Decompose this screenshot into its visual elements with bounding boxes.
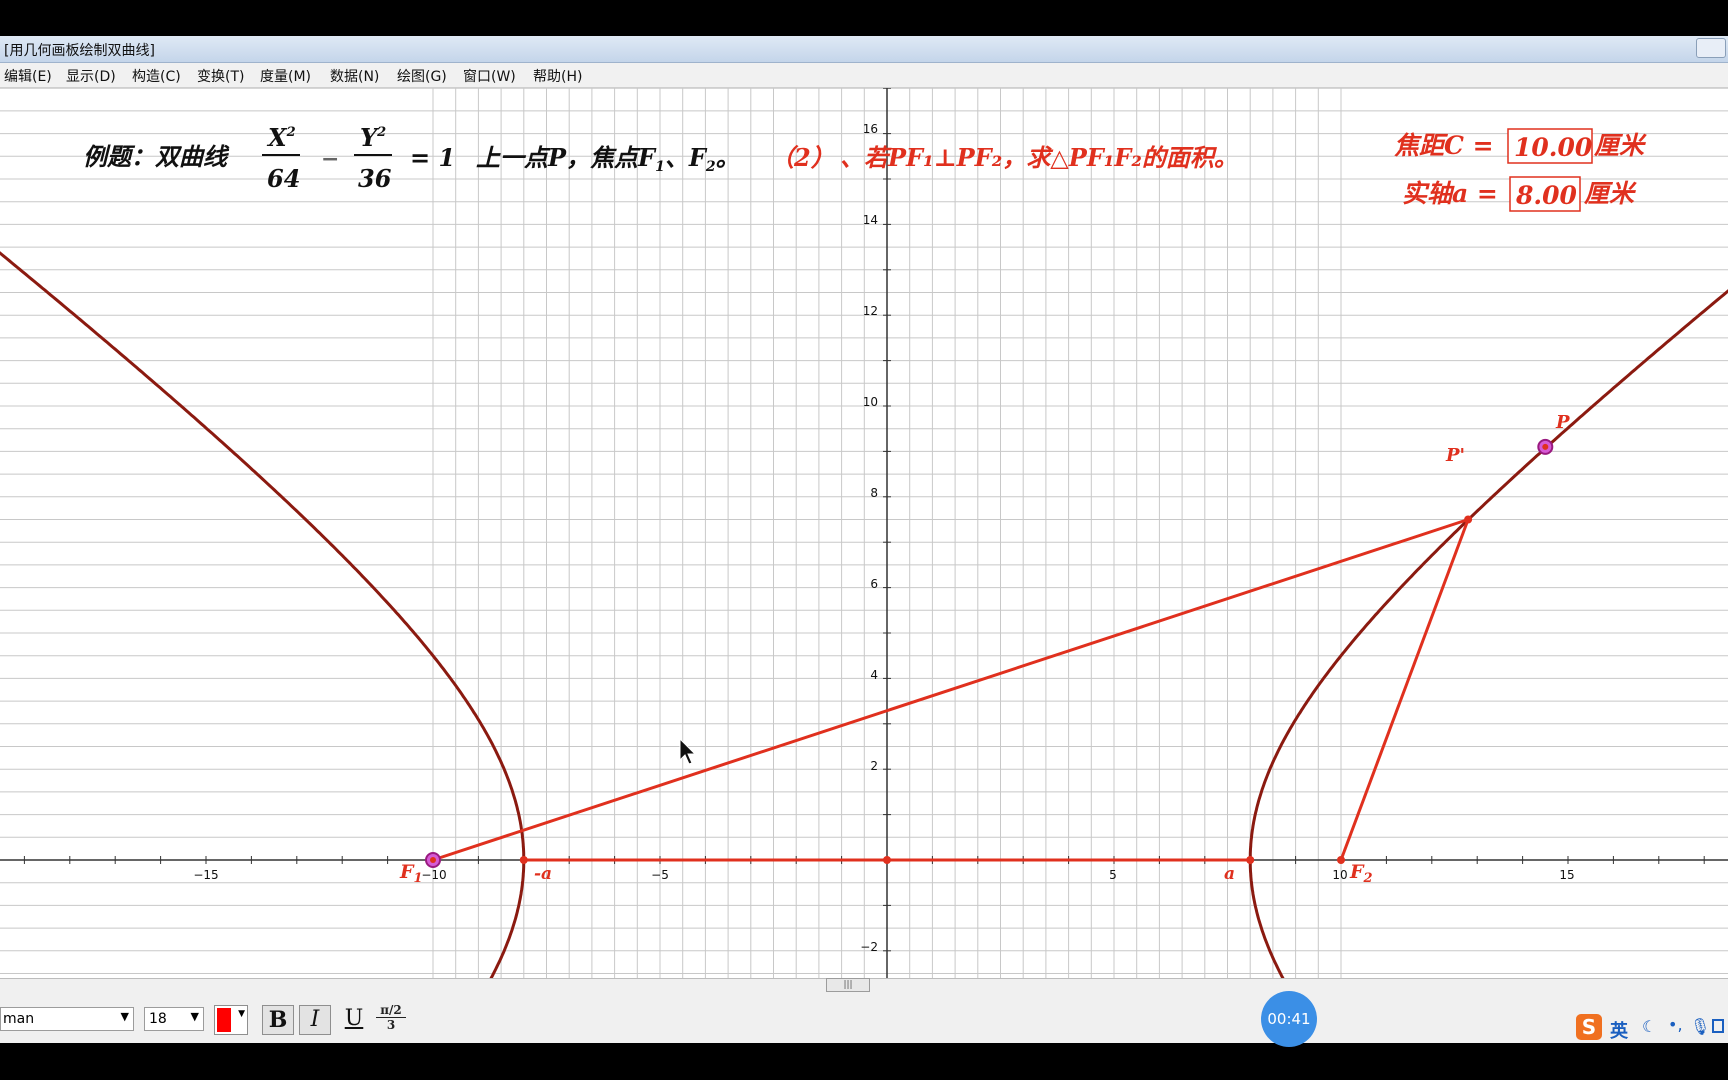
label-f2: F2 xyxy=(1349,861,1373,886)
x-tick-label: −10 xyxy=(421,868,446,882)
canvas-scrollbar-handle[interactable]: ||| xyxy=(826,978,870,992)
sketch-canvas[interactable]: −15 −10 −5 5 10 15 16 14 12 10 8 6 4 2 −… xyxy=(0,88,1728,978)
focal-length-unit: 厘米 xyxy=(1594,131,1647,160)
menu-graph[interactable]: 绘图(G) xyxy=(397,66,447,86)
x-tick-label: −15 xyxy=(193,868,218,882)
x-tick-label: −5 xyxy=(651,868,669,882)
label-a: a xyxy=(1224,864,1235,884)
fraction-y-numerator: Y2 xyxy=(360,123,386,152)
menu-edit[interactable]: 编辑(E) xyxy=(4,66,52,86)
microphone-icon[interactable]: 🎙 xyxy=(1690,1017,1710,1036)
bold-button[interactable]: B xyxy=(262,1005,294,1035)
font-name-value: man xyxy=(3,1011,35,1027)
y-tick-label: 8 xyxy=(870,486,878,500)
y-tick-label: 6 xyxy=(870,577,878,591)
moon-icon[interactable]: ☾ xyxy=(1642,1017,1656,1036)
problem-prefix: 例题：双曲线 xyxy=(83,142,230,171)
y-tick-label: 2 xyxy=(870,759,878,773)
fraction-y-denominator: 36 xyxy=(358,164,392,193)
point-pprime[interactable] xyxy=(1464,515,1473,524)
menu-help[interactable]: 帮助(H) xyxy=(533,66,582,86)
sogou-logo-icon: S xyxy=(1576,1014,1602,1040)
point-p-core xyxy=(1542,443,1549,450)
y-tick-label: 16 xyxy=(863,122,878,136)
math-format-button[interactable]: π/2 3 xyxy=(376,1003,406,1037)
chevron-down-icon: ▼ xyxy=(190,1010,199,1023)
menu-bar: 编辑(E) 显示(D) 构造(C) 变换(T) 度量(M) 数据(N) 绘图(G… xyxy=(0,63,1728,88)
italic-button[interactable]: I xyxy=(299,1005,331,1035)
point-a[interactable] xyxy=(1246,856,1255,864)
label-minus-a: -a xyxy=(534,864,552,884)
y-tick-label: 10 xyxy=(863,395,878,409)
label-p: P xyxy=(1555,412,1570,433)
segment-f1-pprime[interactable] xyxy=(432,518,1469,862)
segment-f2-pprime[interactable] xyxy=(1339,518,1470,861)
font-name-select[interactable]: man ▼ xyxy=(0,1007,134,1031)
real-axis-unit: 厘米 xyxy=(1584,179,1637,208)
hyperbola-left-branch[interactable] xyxy=(0,227,526,978)
font-size-select[interactable]: 18 ▼ xyxy=(144,1007,204,1031)
title-bar: [用几何画板绘制双曲线] xyxy=(0,36,1728,63)
focal-length-value: 10.00 xyxy=(1514,133,1593,162)
hyperbola-right-branch[interactable] xyxy=(1248,227,1728,978)
text-color-picker[interactable]: ▼ xyxy=(214,1005,248,1035)
fraction-x-denominator: 64 xyxy=(267,164,300,193)
fraction-x-numerator: X2 xyxy=(266,123,296,152)
y-tick-label: −2 xyxy=(860,940,878,954)
point-f2[interactable] xyxy=(1337,856,1345,864)
point-origin[interactable] xyxy=(883,856,891,864)
menu-data[interactable]: 数据(N) xyxy=(330,66,379,86)
problem-question: 、若PF₁⊥PF₂，求△PF₁F₂的面积。 xyxy=(840,143,1238,172)
x-tick-label: 15 xyxy=(1559,868,1574,882)
ime-language[interactable]: 英 xyxy=(1610,1017,1628,1043)
menu-transform[interactable]: 变换(T) xyxy=(197,66,244,86)
point-f1-core xyxy=(430,857,436,863)
menu-measure[interactable]: 度量(M) xyxy=(260,66,311,86)
minimize-button[interactable] xyxy=(1696,38,1726,58)
keyboard-icon[interactable] xyxy=(1712,1019,1724,1033)
y-tick-label: 4 xyxy=(870,668,878,682)
y-tick-label: 14 xyxy=(863,213,878,227)
graph-svg: −15 −10 −5 5 10 15 16 14 12 10 8 6 4 2 −… xyxy=(0,88,1728,978)
equals-one: = 1 xyxy=(410,143,455,172)
minus-sign: − xyxy=(321,146,339,172)
menu-window[interactable]: 窗口(W) xyxy=(463,66,516,86)
problem-text: 上一点P，焦点F1、F2。 xyxy=(476,143,740,175)
label-pprime: P' xyxy=(1445,445,1465,466)
focal-length-label: 焦距C = xyxy=(1394,131,1494,160)
label-f1: F1 xyxy=(399,861,423,886)
underline-button[interactable]: U xyxy=(338,1005,370,1035)
menu-display[interactable]: 显示(D) xyxy=(66,66,116,86)
x-tick-label: 10 xyxy=(1332,868,1347,882)
chevron-down-icon: ▼ xyxy=(120,1010,129,1023)
real-axis-label: 实轴a = xyxy=(1402,179,1498,208)
window-controls xyxy=(1608,38,1728,60)
window-title: [用几何画板绘制双曲线] xyxy=(4,43,155,59)
font-size-value: 18 xyxy=(149,1011,167,1027)
chevron-down-icon: ▼ xyxy=(238,1009,245,1019)
menu-construct[interactable]: 构造(C) xyxy=(132,66,181,86)
point-minus-a[interactable] xyxy=(519,856,528,864)
y-tick-label: 12 xyxy=(863,304,878,318)
punctuation-icon[interactable]: •, xyxy=(1668,1015,1683,1034)
recording-timer[interactable]: 00:41 xyxy=(1261,991,1317,1047)
real-axis-value: 8.00 xyxy=(1515,181,1577,210)
color-swatch xyxy=(217,1008,231,1032)
measurements: 焦距C = 10.00 厘米 实轴a = 8.00 厘米 xyxy=(1394,128,1647,212)
ime-toolbar[interactable]: S 英 ☾ •, 🎙 xyxy=(1572,1014,1728,1042)
problem-part: （2） xyxy=(770,143,835,172)
x-tick-label: 5 xyxy=(1109,868,1117,882)
